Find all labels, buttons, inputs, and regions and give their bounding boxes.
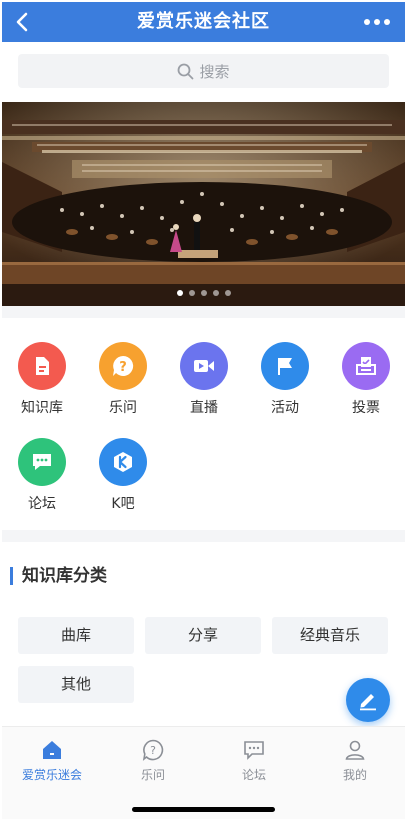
grid-item-label: 乐问 [109, 400, 137, 416]
search-section: 搜索 [2, 42, 405, 102]
carousel-dot[interactable] [176, 290, 183, 296]
tab-forum[interactable]: 论坛 [204, 737, 304, 783]
forum-icon [204, 737, 304, 763]
carousel-dot[interactable] [188, 290, 195, 296]
grid-item-kbar[interactable]: K吧 [83, 438, 163, 518]
video-camera-icon [180, 342, 228, 390]
k-hexagon-icon [99, 438, 147, 486]
carousel-dot[interactable] [200, 290, 207, 296]
carousel-dot[interactable] [212, 290, 219, 296]
grid-item-label: 投票 [352, 400, 380, 416]
grid-item-label: 活动 [271, 400, 299, 416]
grid-item-label: 论坛 [28, 496, 56, 512]
section-divider [2, 306, 405, 318]
orchestra-photo [2, 102, 405, 306]
category-chip[interactable]: 其他 [18, 666, 134, 703]
carousel-indicator [2, 290, 405, 296]
grid-item-label: 直播 [190, 400, 218, 416]
category-chip[interactable]: 经典音乐 [272, 617, 388, 654]
section-divider [2, 530, 405, 542]
grid-item-knowledge[interactable]: 知识库 [2, 342, 82, 422]
search-icon [178, 63, 194, 79]
section-title: 知识库分类 [10, 567, 107, 585]
tab-label: 爱赏乐迷会 [21, 768, 82, 782]
chat-bubble-icon [18, 438, 66, 486]
grid-item-label: 知识库 [21, 400, 63, 416]
feature-grid: 知识库 ? 乐问 直播 活动 投票 论坛 K吧 [2, 318, 405, 530]
grid-item-label: K吧 [111, 496, 135, 512]
home-icon [2, 737, 102, 763]
home-indicator[interactable] [132, 807, 275, 812]
grid-item-forum[interactable]: 论坛 [2, 438, 82, 518]
grid-item-ask[interactable]: ? 乐问 [83, 342, 163, 422]
search-placeholder: 搜索 [199, 62, 230, 81]
category-chip[interactable]: 曲库 [18, 617, 134, 654]
person-icon [305, 737, 405, 763]
question-bubble-icon: ? [99, 342, 147, 390]
document-icon [18, 342, 66, 390]
svg-text:?: ? [150, 744, 156, 757]
page-title: 爱赏乐迷会社区 [137, 11, 270, 32]
banner-carousel[interactable] [2, 102, 405, 306]
ballot-box-icon [342, 342, 390, 390]
tab-label: 乐问 [140, 768, 165, 782]
tab-label: 我的 [342, 768, 367, 782]
top-nav-bar: 爱赏乐迷会社区 [2, 2, 405, 42]
tab-ask[interactable]: ? 乐问 [103, 737, 203, 783]
tab-mine[interactable]: 我的 [305, 737, 405, 783]
search-input[interactable]: 搜索 [18, 54, 389, 88]
app-frame: 爱赏乐迷会社区 搜索 知识库 ? 乐问 直播 活动 投票 论坛 K吧 知识库分类… [2, 2, 405, 819]
bottom-tab-bar: 爱赏乐迷会 ? 乐问 论坛 我的 [2, 726, 405, 819]
tab-label: 论坛 [241, 768, 266, 782]
svg-text:?: ? [119, 360, 127, 375]
grid-item-activity[interactable]: 活动 [245, 342, 325, 422]
more-dots-icon[interactable] [363, 12, 391, 32]
question-circle-icon: ? [103, 737, 203, 763]
compose-button[interactable] [346, 678, 390, 722]
pencil-icon [360, 694, 376, 711]
grid-item-live[interactable]: 直播 [164, 342, 244, 422]
tab-home[interactable]: 爱赏乐迷会 [2, 737, 102, 783]
carousel-dot[interactable] [224, 290, 231, 296]
grid-item-vote[interactable]: 投票 [326, 342, 405, 422]
category-chip[interactable]: 分享 [145, 617, 261, 654]
flag-icon [261, 342, 309, 390]
